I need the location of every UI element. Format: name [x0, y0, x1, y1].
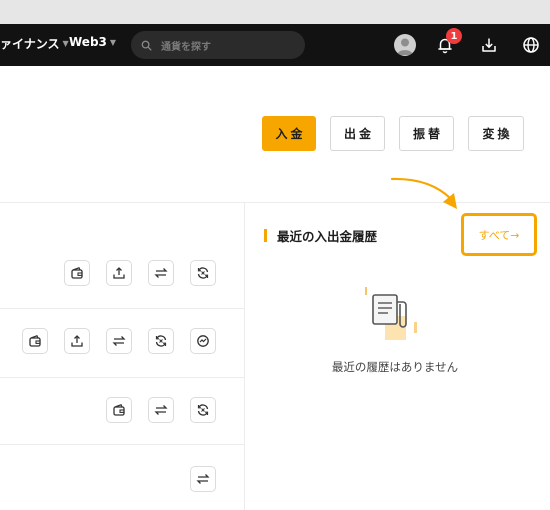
transfer-button[interactable]: 振替 — [399, 116, 454, 151]
convert-button[interactable]: 変換 — [468, 116, 524, 151]
withdraw-button[interactable]: 出金 — [330, 116, 385, 151]
withdraw-icon[interactable] — [106, 260, 132, 286]
download-icon[interactable] — [478, 34, 500, 56]
divider — [0, 377, 244, 378]
empty-state-text: 最近の履歴はありません — [331, 360, 459, 374]
divider — [0, 308, 244, 309]
search-input[interactable]: 通貨を探す — [131, 31, 305, 59]
chevron-down-icon: ▼ — [62, 39, 69, 48]
transfer-icon[interactable] — [190, 466, 216, 492]
convert-icon[interactable] — [148, 328, 174, 354]
withdraw-icon[interactable] — [64, 328, 90, 354]
search-placeholder: 通貨を探す — [161, 41, 211, 53]
recent-history-title: 最近の入出金履歴 — [264, 226, 377, 245]
avatar[interactable] — [394, 34, 416, 56]
view-all-link[interactable]: すべて→ — [461, 213, 537, 256]
nav-web3-label: Web3 — [69, 35, 107, 49]
chevron-down-icon: ▼ — [109, 37, 117, 47]
notification-badge: 1 — [446, 28, 462, 44]
search-icon — [141, 36, 152, 55]
arrow-icon — [390, 177, 457, 209]
deposit-button[interactable]: 入金 — [262, 116, 316, 151]
divider — [0, 444, 244, 445]
nav-finance[interactable]: ァイナンス ▼ — [0, 35, 69, 52]
convert-icon[interactable] — [190, 397, 216, 423]
transfer-icon[interactable] — [106, 328, 132, 354]
transfer-icon[interactable] — [148, 260, 174, 286]
convert-icon[interactable] — [190, 260, 216, 286]
nav-web3[interactable]: Web3 ▼ — [69, 35, 116, 49]
deposit-icon[interactable] — [106, 397, 132, 423]
divider — [0, 202, 550, 203]
deposit-icon[interactable] — [64, 260, 90, 286]
deposit-icon[interactable] — [22, 328, 48, 354]
globe-icon[interactable] — [520, 34, 542, 56]
transfer-icon[interactable] — [148, 397, 174, 423]
recent-history-title-label: 最近の入出金履歴 — [277, 229, 378, 244]
empty-document-icon — [365, 287, 417, 340]
top-navigation-bar: ァイナンス ▼ Web3 ▼ 通貨を探す 1 — [0, 24, 550, 66]
title-accent-bar — [264, 229, 267, 242]
nav-finance-label: ァイナンス — [0, 37, 60, 51]
divider — [244, 202, 245, 510]
trade-icon[interactable] — [190, 328, 216, 354]
